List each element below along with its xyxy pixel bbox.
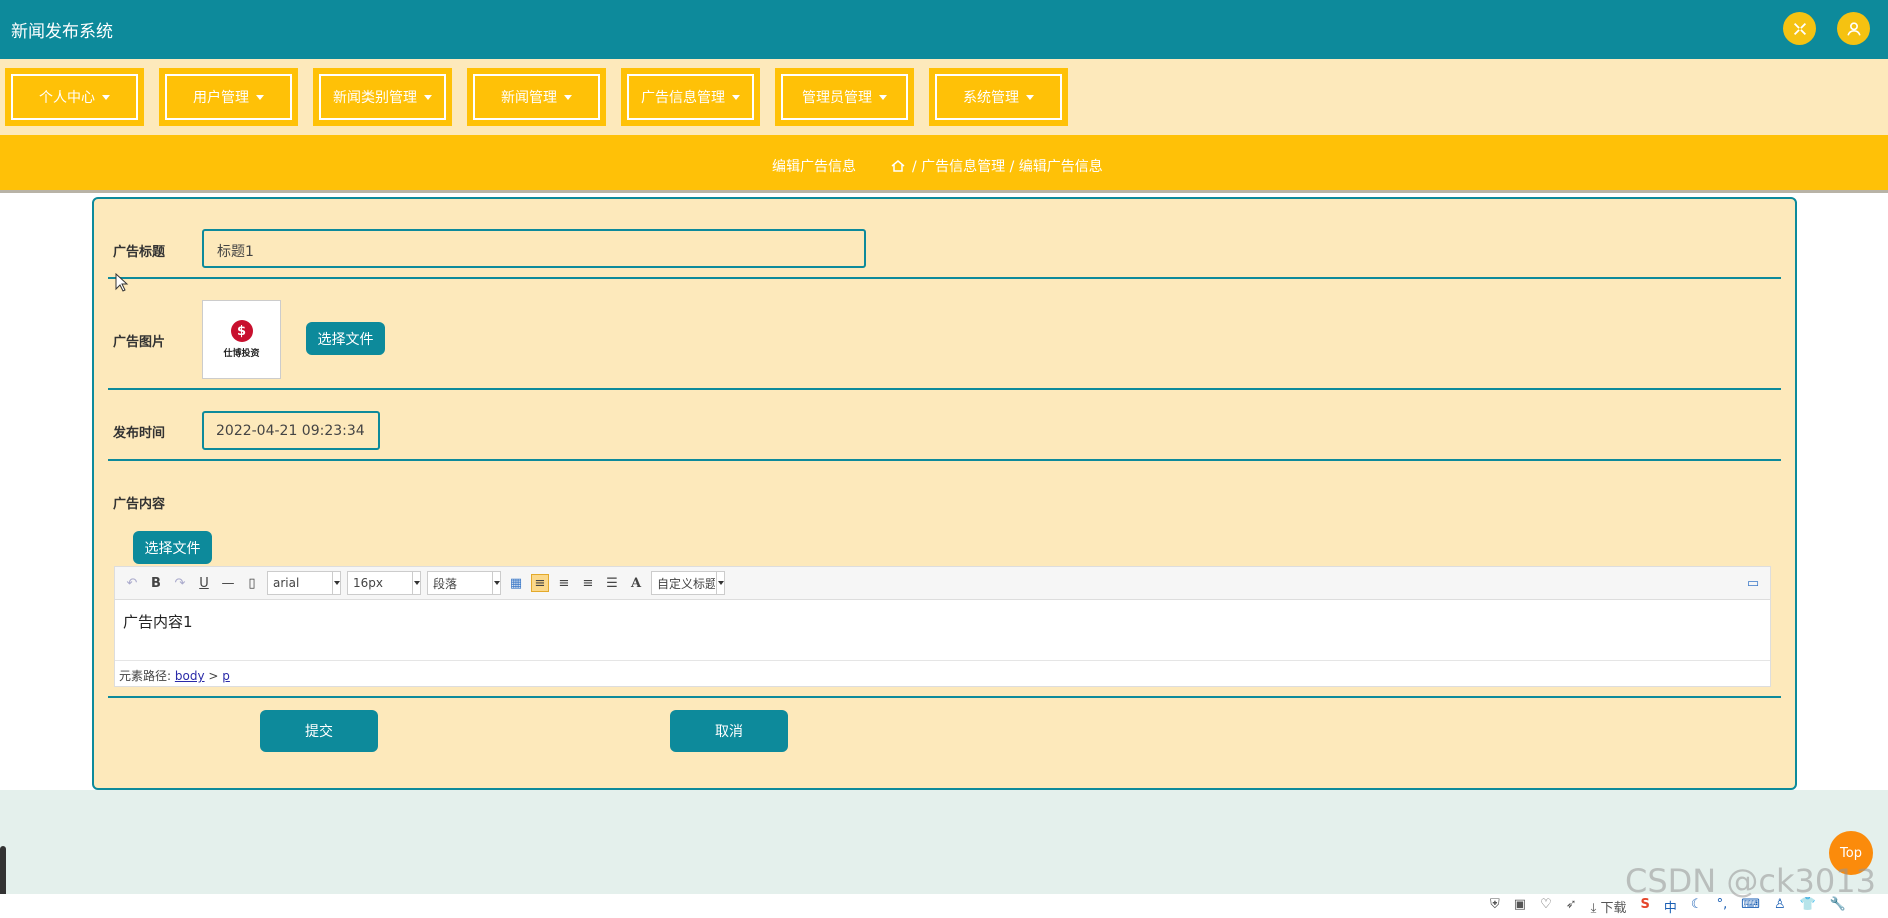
paragraph-select[interactable]: 段落 bbox=[427, 571, 501, 595]
breadcrumb-path[interactable]: / 广告信息管理 / 编辑广告信息 bbox=[912, 156, 1103, 176]
nav-item-admin-management[interactable]: 管理员管理 bbox=[775, 68, 914, 126]
align-justify-icon[interactable]: ☰ bbox=[603, 574, 621, 592]
bold-icon[interactable]: B bbox=[147, 574, 165, 592]
fullscreen-editor-icon[interactable]: ▭ bbox=[1744, 574, 1762, 592]
ad-image-thumbnail: $ 仕博投资 bbox=[202, 300, 281, 379]
nav-label: 系统管理 bbox=[963, 90, 1019, 106]
font-family-select[interactable]: arial bbox=[267, 571, 341, 595]
editor-toolbar: ↶ B ↷ U — ▯ arial 16px 段落 ▦ ≡ ≡ ≡ ☰ A 自定… bbox=[115, 567, 1770, 600]
divider bbox=[108, 696, 1781, 698]
heart-icon[interactable]: ♡ bbox=[1540, 897, 1552, 916]
nav-item-news-category[interactable]: 新闻类别管理 bbox=[313, 68, 452, 126]
align-center-icon[interactable]: ≡ bbox=[579, 574, 597, 592]
ad-content-label: 广告内容 bbox=[113, 497, 166, 512]
download-label: 下载 bbox=[1600, 901, 1627, 916]
align-left-icon[interactable]: ≡ bbox=[531, 574, 549, 592]
breadcrumb: / 广告信息管理 / 编辑广告信息 bbox=[890, 156, 1103, 176]
nav-item-news-management[interactable]: 新闻管理 bbox=[467, 68, 606, 126]
submit-button[interactable]: 提交 bbox=[260, 710, 378, 752]
watermark: CSDN @ck3013 bbox=[1625, 862, 1876, 900]
ad-image-label: 广告图片 bbox=[113, 335, 166, 350]
shield-icon[interactable]: ⛨ bbox=[1490, 897, 1500, 916]
underline-icon[interactable]: U bbox=[195, 574, 213, 592]
nav-label: 用户管理 bbox=[193, 90, 249, 106]
home-icon[interactable] bbox=[890, 158, 906, 174]
page-title: 编辑广告信息 bbox=[772, 159, 856, 175]
paragraph-value: 段落 bbox=[433, 576, 458, 591]
undo-icon[interactable]: ↶ bbox=[123, 574, 141, 592]
nav-label: 广告信息管理 bbox=[641, 90, 725, 106]
divider bbox=[108, 388, 1781, 390]
caret-down-icon bbox=[1026, 94, 1034, 100]
ad-title-label: 广告标题 bbox=[113, 245, 166, 260]
mouse-cursor-icon bbox=[115, 273, 129, 292]
page-footer-area bbox=[0, 790, 1888, 894]
align-right-icon[interactable]: ≡ bbox=[555, 574, 573, 592]
nav-item-system-management[interactable]: 系统管理 bbox=[929, 68, 1068, 126]
logo-icon: $ bbox=[230, 320, 253, 342]
image-icon[interactable]: ▣ bbox=[1514, 897, 1526, 916]
nav-label: 个人中心 bbox=[39, 90, 95, 106]
caret-down-icon bbox=[102, 94, 110, 100]
editor-content[interactable]: 广告内容1 bbox=[123, 611, 193, 632]
download-button[interactable]: ⤓ 下载 bbox=[1591, 897, 1627, 916]
publish-time-label: 发布时间 bbox=[113, 426, 166, 441]
path-p-link[interactable]: p bbox=[222, 669, 230, 683]
rocket-icon[interactable]: ➶ bbox=[1566, 897, 1577, 916]
nav-item-personal-center[interactable]: 个人中心 bbox=[5, 68, 144, 126]
publish-time-input[interactable]: 2022-04-21 09:23:34 bbox=[202, 411, 380, 450]
choose-image-button[interactable]: 选择文件 bbox=[306, 322, 385, 355]
page-icon[interactable]: ▯ bbox=[243, 574, 261, 592]
element-path-label: 元素路径: bbox=[119, 669, 172, 683]
cancel-button[interactable]: 取消 bbox=[670, 710, 788, 752]
font-color-icon[interactable]: A bbox=[627, 574, 645, 592]
caret-down-icon bbox=[424, 94, 432, 100]
table-icon[interactable]: ▦ bbox=[507, 574, 525, 592]
ad-title-input[interactable]: 标题1 bbox=[202, 229, 866, 268]
font-size-select[interactable]: 16px bbox=[347, 571, 421, 595]
font-size-value: 16px bbox=[353, 576, 383, 590]
logo-text: 仕博投资 bbox=[223, 349, 260, 359]
nav-label: 管理员管理 bbox=[802, 90, 872, 106]
font-family-value: arial bbox=[273, 576, 300, 590]
breadcrumb-bar: 编辑广告信息 / 广告信息管理 / 编辑广告信息 bbox=[0, 135, 1888, 193]
top-bar: 新闻发布系统 bbox=[0, 0, 1888, 59]
caret-down-icon bbox=[564, 94, 572, 100]
nav-item-user-management[interactable]: 用户管理 bbox=[159, 68, 298, 126]
edit-form-card bbox=[92, 197, 1797, 790]
caret-down-icon bbox=[732, 94, 740, 100]
divider bbox=[108, 277, 1781, 279]
custom-title-value: 自定义标题 bbox=[657, 576, 715, 591]
app-title: 新闻发布系统 bbox=[11, 22, 113, 42]
main-nav: 个人中心 用户管理 新闻类别管理 新闻管理 广告信息管理 管理员管理 系统管理 bbox=[0, 59, 1888, 135]
user-icon[interactable] bbox=[1837, 12, 1870, 45]
custom-title-select[interactable]: 自定义标题 bbox=[651, 571, 725, 595]
choose-content-file-button[interactable]: 选择文件 bbox=[133, 531, 212, 564]
nav-label: 新闻类别管理 bbox=[333, 90, 417, 106]
caret-down-icon bbox=[256, 94, 264, 100]
rich-text-editor: ↶ B ↷ U — ▯ arial 16px 段落 ▦ ≡ ≡ ≡ ☰ A 自定… bbox=[114, 566, 1771, 687]
caret-down-icon bbox=[879, 94, 887, 100]
divider bbox=[108, 459, 1781, 461]
element-path: 元素路径: body > p bbox=[115, 660, 1770, 686]
redo-icon[interactable]: ↷ bbox=[171, 574, 189, 592]
fullscreen-icon[interactable] bbox=[1783, 12, 1816, 45]
nav-label: 新闻管理 bbox=[501, 90, 557, 106]
horizontal-rule-icon[interactable]: — bbox=[219, 574, 237, 592]
nav-item-ad-management[interactable]: 广告信息管理 bbox=[621, 68, 760, 126]
path-separator: > bbox=[208, 669, 219, 683]
side-handle bbox=[0, 846, 6, 898]
path-body-link[interactable]: body bbox=[175, 669, 205, 683]
